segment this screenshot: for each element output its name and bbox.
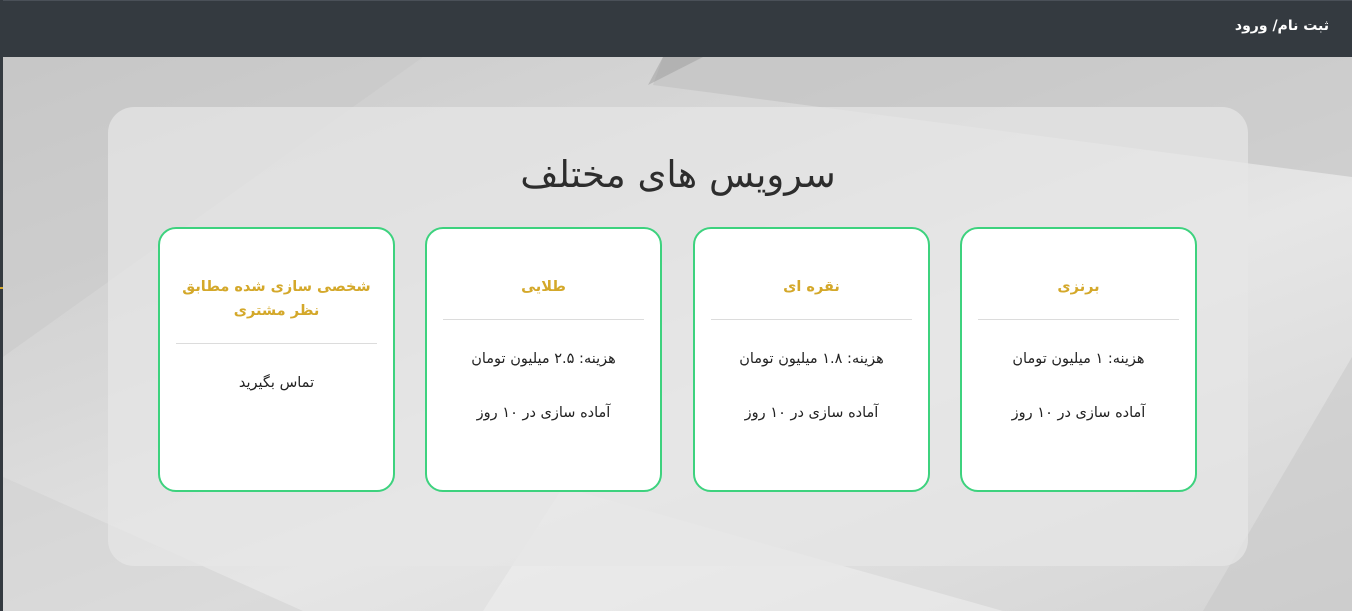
card-title: برنزی [1057,279,1100,295]
services-panel: سرویس های مختلف برنزی هزینه: ۱ میلیون تو… [108,107,1248,566]
card-price: هزینه: ۱ میلیون تومان [1012,351,1145,367]
card-delivery: آماده سازی در ۱۰ روز [1011,405,1146,421]
service-card-gold[interactable]: طلایی هزینه: ۲.۵ میلیون تومان آماده سازی… [425,227,662,492]
card-divider [711,319,912,320]
card-title: نقره ای [783,279,840,295]
services-section: سرویس های مختلف برنزی هزینه: ۱ میلیون تو… [3,57,1352,611]
card-divider [978,319,1179,320]
card-divider [176,343,377,344]
service-card-custom[interactable]: شخصی سازی شده مطابق نظر مشتری تماس بگیری… [158,227,395,492]
service-card-silver[interactable]: نقره ای هزینه: ۱.۸ میلیون تومان آماده سا… [693,227,930,492]
service-card-bronze[interactable]: برنزی هزینه: ۱ میلیون تومان آماده سازی د… [960,227,1197,492]
card-divider [443,319,644,320]
card-delivery: آماده سازی در ۱۰ روز [476,405,611,421]
card-contact: تماس بگیرید [238,375,315,391]
card-title: شخصی سازی شده مطابق نظر مشتری [182,279,371,319]
card-price: هزینه: ۲.۵ میلیون تومان [471,351,616,367]
card-title: طلایی [521,279,566,295]
page-title: سرویس های مختلف [520,153,836,196]
login-register-link[interactable]: ثبت نام/ ورود [1235,18,1329,34]
top-navbar: ثبت نام/ ورود [3,0,1352,57]
card-delivery: آماده سازی در ۱۰ روز [744,405,879,421]
card-price: هزینه: ۱.۸ میلیون تومان [739,351,884,367]
